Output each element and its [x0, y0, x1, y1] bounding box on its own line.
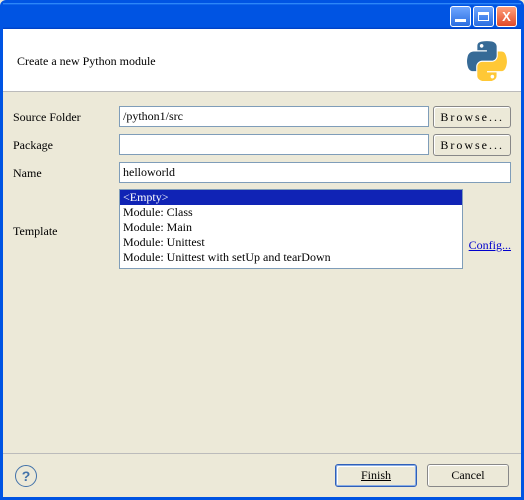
dialog-footer: ? Finish Cancel	[3, 453, 521, 497]
dialog-subtitle: Create a new Python module	[17, 54, 156, 69]
python-icon	[467, 41, 507, 81]
minimize-button[interactable]	[450, 6, 471, 27]
cancel-button[interactable]: Cancel	[427, 464, 509, 487]
maximize-button[interactable]	[473, 6, 494, 27]
dialog-window: X Create a new Python module Source Fold…	[0, 0, 524, 500]
template-list[interactable]: <Empty>Module: ClassModule: MainModule: …	[119, 189, 463, 269]
template-item[interactable]: <Empty>	[120, 190, 462, 205]
package-input[interactable]	[119, 134, 429, 155]
source-folder-label: Source Folder	[13, 106, 119, 125]
dialog-header: Create a new Python module	[3, 29, 521, 92]
close-button[interactable]: X	[496, 6, 517, 27]
help-icon[interactable]: ?	[15, 465, 37, 487]
form-area: Source Folder Browse... Package Browse..…	[3, 92, 521, 453]
config-link[interactable]: Config...	[469, 206, 511, 253]
source-folder-browse-button[interactable]: Browse...	[433, 106, 511, 128]
template-item[interactable]: Module: Main	[120, 220, 462, 235]
name-input[interactable]	[119, 162, 511, 183]
template-label: Template	[13, 220, 119, 239]
template-item[interactable]: Module: Unittest with setUp and tearDown	[120, 250, 462, 265]
package-label: Package	[13, 134, 119, 153]
titlebar: X	[3, 3, 521, 29]
template-item[interactable]: Module: Class	[120, 205, 462, 220]
finish-button[interactable]: Finish	[335, 464, 417, 487]
source-folder-input[interactable]	[119, 106, 429, 127]
package-browse-button[interactable]: Browse...	[433, 134, 511, 156]
template-item[interactable]: Module: Unittest	[120, 235, 462, 250]
name-label: Name	[13, 162, 119, 181]
